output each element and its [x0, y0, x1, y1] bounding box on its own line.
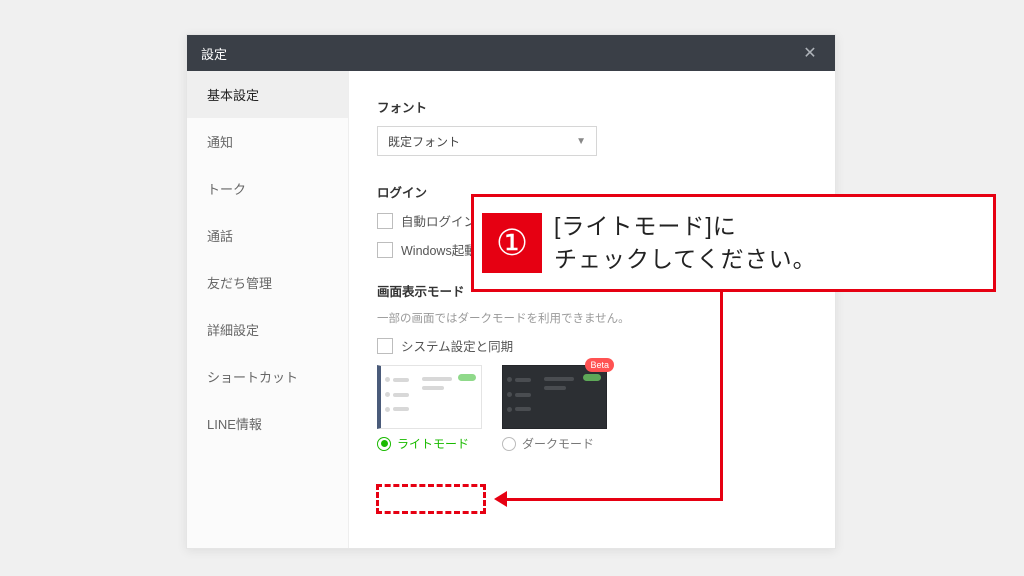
- annotation-line1: [ライトモード]に: [554, 213, 737, 239]
- font-select[interactable]: 既定フォント ▼: [377, 126, 597, 156]
- settings-sidebar: 基本設定 通知 トーク 通話 友だち管理 詳細設定 ショートカット LINE情報: [187, 71, 349, 548]
- light-preview-thumbnail: [377, 365, 482, 429]
- font-label: フォント: [377, 97, 807, 116]
- radio-selected-icon: [377, 437, 391, 451]
- annotation-text: [ライトモード]に チェックしてください。: [542, 210, 817, 277]
- sidebar-item-talk[interactable]: トーク: [187, 165, 348, 212]
- dark-mode-radio[interactable]: ダークモード: [502, 435, 607, 452]
- sidebar-item-shortcut[interactable]: ショートカット: [187, 353, 348, 400]
- light-mode-option[interactable]: ライトモード: [377, 365, 482, 452]
- auto-login-text: 自動ログイン: [401, 211, 476, 230]
- annotation-callout: ① [ライトモード]に チェックしてください。: [471, 194, 996, 292]
- close-icon[interactable]: ✕: [795, 35, 825, 71]
- dark-mode-option[interactable]: Beta: [502, 365, 607, 452]
- annotation-line2: チェックしてください。: [554, 246, 817, 272]
- light-mode-radio[interactable]: ライトモード: [377, 435, 482, 452]
- sidebar-item-line-info[interactable]: LINE情報: [187, 400, 348, 447]
- annotation-connector: [720, 292, 723, 499]
- dark-mode-text: ダークモード: [522, 435, 594, 452]
- font-selected-value: 既定フォント: [388, 133, 460, 150]
- displaymode-section: 画面表示モード 一部の画面ではダークモードを利用できません。 システム設定と同期: [377, 281, 807, 452]
- chevron-down-icon: ▼: [576, 136, 586, 147]
- sidebar-item-friends[interactable]: 友だち管理: [187, 259, 348, 306]
- radio-unselected-icon: [502, 437, 516, 451]
- checkbox-icon: [377, 338, 393, 354]
- checkbox-icon: [377, 213, 393, 229]
- sidebar-item-basic[interactable]: 基本設定: [187, 71, 348, 118]
- mode-previews: ライトモード Beta: [377, 365, 807, 452]
- sync-system-row[interactable]: システム設定と同期: [377, 336, 807, 355]
- sidebar-item-notifications[interactable]: 通知: [187, 118, 348, 165]
- checkbox-icon: [377, 242, 393, 258]
- dark-preview-thumbnail: [502, 365, 607, 429]
- displaymode-helper: 一部の画面ではダークモードを利用できません。: [377, 310, 807, 326]
- annotation-connector: [505, 498, 723, 501]
- annotation-number: ①: [482, 213, 542, 273]
- dialog-titlebar: 設定 ✕: [187, 35, 835, 71]
- annotation-arrow-icon: [494, 491, 507, 507]
- sync-system-text: システム設定と同期: [401, 336, 513, 355]
- sidebar-item-advanced[interactable]: 詳細設定: [187, 306, 348, 353]
- font-section: フォント 既定フォント ▼: [377, 97, 807, 156]
- light-mode-text: ライトモード: [397, 435, 469, 452]
- sidebar-item-call[interactable]: 通話: [187, 212, 348, 259]
- dialog-body: 基本設定 通知 トーク 通話 友だち管理 詳細設定 ショートカット LINE情報…: [187, 71, 835, 548]
- settings-content: フォント 既定フォント ▼ ログイン 自動ログイン Windows起動時 画: [349, 71, 835, 548]
- dialog-title: 設定: [201, 44, 227, 63]
